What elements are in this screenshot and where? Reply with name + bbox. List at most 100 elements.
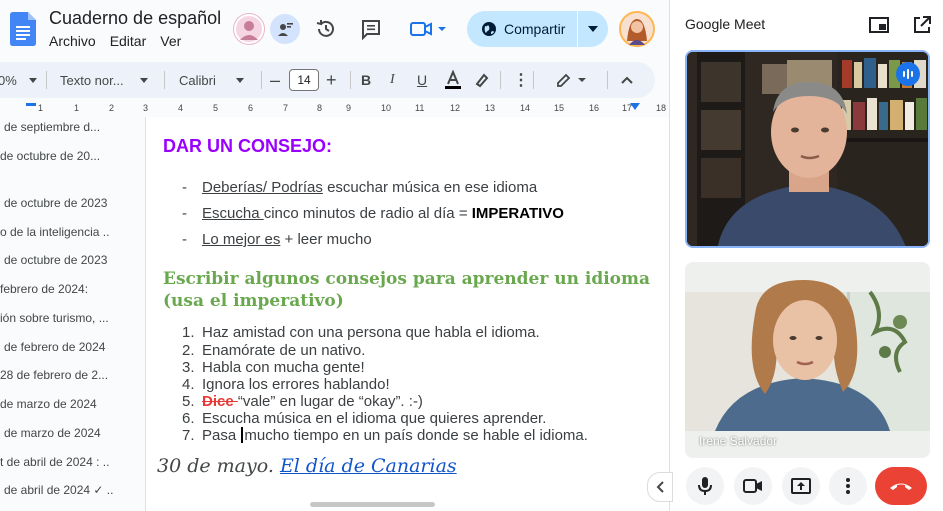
end-call-button[interactable] [875, 467, 927, 505]
account-avatar[interactable] [619, 11, 655, 47]
toolbar-divider [500, 71, 501, 89]
bullet-text: + leer mucho [280, 231, 372, 248]
collapse-menus-chevron-up-icon[interactable] [621, 62, 633, 98]
list-text: Enamórate de un nativo. [202, 342, 366, 359]
style-select[interactable]: Texto nor... [60, 62, 148, 98]
increase-font-size-icon[interactable]: + [326, 62, 337, 98]
outline-item[interactable]: de octubre de 2023 [4, 253, 114, 267]
font-size-value[interactable]: 14 [289, 69, 319, 91]
list-text: Pasa [202, 427, 241, 444]
camera-button[interactable] [734, 467, 772, 505]
collapse-side-panel-chevron-left-icon[interactable] [647, 472, 673, 502]
outline-item[interactable]: de septiembre d... [4, 120, 114, 134]
meet-side-panel: Google Meet Irene Salvador [669, 0, 943, 511]
heading-escribir-consejos: Escribir algunos consejos para aprender … [163, 269, 651, 311]
more-vert-icon [846, 478, 850, 494]
outline-item[interactable]: de octubre de 20... [0, 149, 110, 163]
list-text: Habla con mucha gente! [202, 359, 365, 376]
list-number: 5. [182, 393, 195, 410]
bullet-dash: - [182, 179, 187, 196]
share-main[interactable]: Compartir [467, 11, 577, 47]
document-outline: de septiembre d... de octubre de 20... d… [0, 117, 145, 511]
ruler-number: 7 [283, 103, 289, 113]
font-chevron-icon [235, 77, 244, 83]
outline-item[interactable]: de marzo de 2024 [0, 397, 110, 411]
toolbar-divider [350, 71, 351, 89]
bullet-bold: IMPERATIVO [471, 205, 564, 222]
present-screen-button[interactable] [782, 467, 820, 505]
underline-icon[interactable]: U [417, 62, 427, 98]
outline-item[interactable]: de marzo de 2024 [4, 426, 114, 440]
outline-item[interactable]: ión sobre turismo, ... [0, 311, 110, 325]
font-size-field[interactable]: 14 [289, 62, 319, 98]
ruler-number: 17 [622, 103, 633, 113]
zoom-chevron-icon [28, 77, 37, 83]
document-page[interactable]: DAR UN CONSEJO: - Deberías/ Podrías escu… [145, 117, 669, 511]
outline-item[interactable]: 28 de febrero de 2... [0, 368, 110, 382]
microphone-button[interactable] [686, 467, 724, 505]
menu-editar[interactable]: Editar [110, 33, 147, 49]
outline-item[interactable]: t de abril de 2024 : ... [0, 455, 110, 469]
outline-item[interactable]: de febrero de 2024 [4, 340, 114, 354]
list-text: Ignora los errores hablando! [202, 376, 390, 393]
toolbar-divider [164, 71, 165, 89]
more-options-button[interactable] [829, 467, 867, 505]
bullet-text: escuchar música en ese idioma [322, 179, 538, 196]
collaborator-avatar[interactable] [234, 14, 264, 44]
style-value: Texto nor... [60, 72, 124, 88]
meet-camera-icon[interactable] [404, 14, 450, 44]
end-call-icon [890, 483, 912, 490]
decrease-font-size-icon[interactable]: – [270, 62, 280, 98]
bold-icon[interactable]: B [361, 62, 371, 98]
version-history-icon[interactable] [311, 14, 341, 44]
globe-icon [482, 22, 496, 36]
outline-item[interactable]: o de la inteligencia ... [0, 225, 110, 239]
ruler[interactable]: 1 1 2 3 4 5 6 7 8 9 10 11 12 13 14 15 16… [0, 102, 669, 117]
speaking-indicator-icon [896, 62, 920, 86]
toolbar-divider [607, 71, 608, 89]
outline-item[interactable]: de octubre de 2023 [4, 196, 114, 210]
horizontal-scrollbar[interactable] [310, 502, 435, 507]
menu-archivo[interactable]: Archivo [49, 33, 96, 49]
outline-item[interactable]: de abril de 2024 ✓ ... [4, 483, 114, 497]
highlight-icon[interactable] [474, 62, 490, 98]
zoom-select[interactable]: 0% [0, 62, 37, 98]
list-text: Escucha música en el idioma que quieres … [202, 410, 547, 427]
document-title[interactable]: Cuaderno de español [49, 8, 221, 29]
ruler-number: 5 [213, 103, 219, 113]
meet-panel-title: Google Meet [685, 16, 766, 32]
editing-mode-icon[interactable] [556, 62, 586, 98]
ruler-number: 6 [248, 103, 254, 113]
share-button[interactable]: Compartir [467, 11, 608, 47]
ruler-number: 2 [109, 103, 115, 113]
share-dropdown-chevron-icon[interactable] [578, 11, 608, 47]
participant-video-tile[interactable]: Irene Salvador [685, 262, 930, 458]
more-options-icon[interactable]: ⋮ [513, 62, 529, 98]
list-text: Haz amistad con una persona que habla el… [202, 324, 540, 341]
outline-item[interactable]: febrero de 2024: [0, 282, 110, 296]
participant-video-tile-active[interactable] [685, 50, 930, 248]
ruler-number: 1 [74, 103, 80, 113]
heading3-prefix: 30 de mayo. [157, 455, 280, 477]
list-number: 7. [182, 427, 195, 444]
picture-in-picture-icon[interactable] [866, 12, 892, 38]
participant-video [687, 52, 928, 246]
struck-text: Dice [202, 393, 238, 410]
participant-name: Irene Salvador [699, 434, 778, 448]
open-in-new-window-icon[interactable] [909, 12, 935, 38]
menu-bar: Archivo Editar Ver [49, 33, 181, 49]
italic-icon[interactable]: I [390, 62, 395, 98]
dia-de-canarias-link[interactable]: El día de Canarias [280, 455, 457, 477]
text-color-icon[interactable] [444, 62, 462, 98]
docs-logo-icon[interactable] [10, 12, 36, 46]
camera-icon [743, 479, 762, 493]
left-indent-marker-icon[interactable] [26, 103, 36, 109]
formatting-toolbar: 0% Texto nor... Calibri – 14 + B I U ⋮ [0, 62, 655, 98]
style-chevron-icon [139, 77, 148, 83]
meet-present-icon[interactable] [270, 14, 300, 44]
toolbar-divider [533, 71, 534, 89]
font-select[interactable]: Calibri [179, 62, 244, 98]
comments-icon[interactable] [356, 14, 386, 44]
bullet-underlined: Deberías/ Podrías [202, 179, 323, 196]
menu-ver[interactable]: Ver [160, 33, 181, 49]
